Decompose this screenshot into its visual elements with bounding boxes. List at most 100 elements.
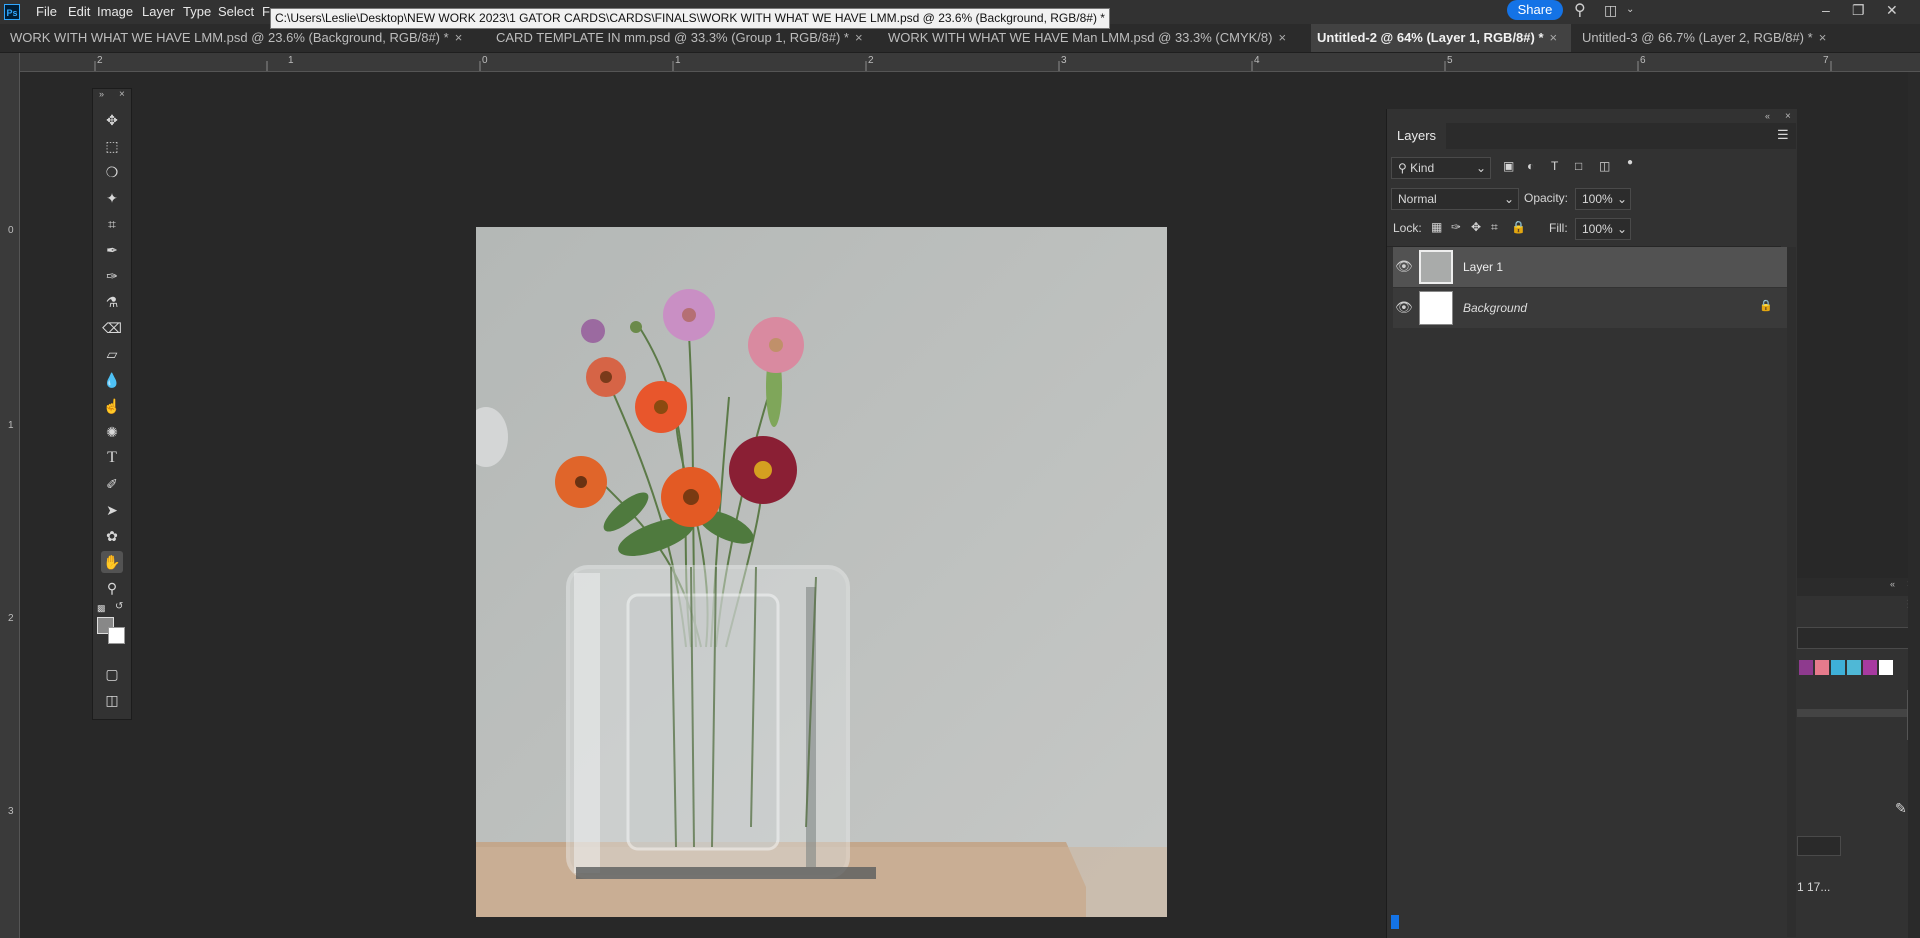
fill-field[interactable]: 100% ⌄ [1575,218,1631,240]
brush-icon[interactable]: ✑ [101,265,123,287]
vertical-ruler[interactable]: 0 1 2 3 [0,53,20,938]
color-swatch[interactable] [1863,660,1877,675]
search-icon: ⚲ [1398,161,1407,175]
opacity-label: Opacity: [1524,191,1569,205]
screen-mode-icon[interactable]: ◫ [101,689,123,711]
share-button[interactable]: Share [1507,0,1563,20]
custom-shape-icon[interactable]: ✿ [101,525,123,547]
search-icon[interactable]: ⚲ [1574,0,1586,20]
panel-menu-icon[interactable]: ☰ [1777,127,1789,143]
collapse-panel-icon[interactable]: « [1890,579,1895,589]
expand-toolbox-icon[interactable]: » [99,89,104,99]
visibility-eye-icon[interactable]: 👁 [1395,258,1413,275]
menu-edit[interactable]: Edit [68,4,90,19]
smudge-icon[interactable]: ☝ [101,395,123,417]
eyedropper-icon[interactable]: ✒ [101,239,123,261]
opacity-field[interactable]: 100% ⌄ [1575,188,1631,210]
rect-marquee-icon[interactable]: ⬚ [101,135,123,157]
close-window-icon[interactable]: ✕ [1886,2,1898,19]
hand-icon[interactable]: ✋ [101,551,123,573]
close-icon[interactable]: × [855,30,863,45]
ruler-ticks [94,61,1832,71]
lock-label: Lock: [1393,221,1422,235]
close-icon[interactable]: × [1550,30,1558,45]
color-swatch[interactable] [1847,660,1861,675]
layers-scrollbar[interactable] [1787,247,1796,937]
default-colors-icon[interactable]: ▩ [97,603,106,614]
clone-stamp-icon[interactable]: ⚗ [101,291,123,313]
lock-all-icon[interactable]: 🔒 [1511,220,1526,234]
restore-icon[interactable]: ❐ [1852,2,1865,19]
color-swatch[interactable] [1831,660,1845,675]
edit-icon[interactable]: ✎ [1895,800,1907,817]
lock-position-icon[interactable]: ✥ [1471,220,1481,234]
layers-panel: « × Layers ☰ ⚲ Kind ⌄ ▣ ◐ T □ ◫ ● Normal… [1386,109,1797,938]
layer-row-background[interactable]: 👁 Background 🔒 [1393,288,1787,328]
close-icon[interactable]: × [455,30,463,45]
color-swatch[interactable] [1815,660,1829,675]
value-field[interactable] [1797,836,1841,856]
shape-filter-icon[interactable]: □ [1575,159,1582,173]
color-swatch[interactable] [1799,660,1813,675]
background-color-swatch[interactable] [108,627,125,644]
quick-mask-icon[interactable]: ▢ [101,663,123,685]
crop-icon[interactable]: ⌗ [101,213,123,235]
fill-value: 100% [1582,222,1613,236]
lock-artboard-icon[interactable]: ⌗ [1491,220,1498,235]
fill-label: Fill: [1549,221,1568,235]
workspace-icon[interactable]: ◫ [1604,2,1617,19]
close-icon[interactable]: × [119,89,125,100]
type-filter-icon[interactable]: T [1551,159,1558,173]
tab-label: Untitled-3 @ 66.7% (Layer 2, RGB/8#) * [1582,30,1813,45]
chevron-down-icon[interactable]: ⌄ [1626,4,1634,15]
pixel-filter-icon[interactable]: ▣ [1503,159,1514,173]
ruler-label: 6 [1640,55,1646,66]
filter-kind-select[interactable]: ⚲ Kind ⌄ [1391,157,1491,179]
document-canvas[interactable] [476,227,1167,917]
swatch-search-field[interactable] [1797,627,1912,649]
layer-row-layer-1[interactable]: 👁 Layer 1 [1393,247,1787,287]
path-select-icon[interactable]: ➤ [101,499,123,521]
menu-file[interactable]: File [36,4,57,19]
swap-colors-icon[interactable]: ↺ [115,601,123,612]
flower-vase-photo [476,227,1167,917]
tab-layers[interactable]: Layers [1387,123,1447,149]
blur-icon[interactable]: 💧 [101,369,123,391]
eraser-icon[interactable]: ⌫ [101,317,123,339]
menu-select[interactable]: Select [218,4,254,19]
adjustment-filter-icon[interactable]: ◐ [1527,159,1534,173]
paint-bucket-icon[interactable]: ▱ [101,343,123,365]
visibility-eye-icon[interactable]: 👁 [1395,299,1413,316]
color-swatch[interactable] [1879,660,1893,675]
move-icon[interactable]: ✥ [101,109,123,131]
tab-label: WORK WITH WHAT WE HAVE LMM.psd @ 23.6% (… [10,30,449,45]
lock-image-icon[interactable]: ✑ [1451,220,1461,234]
menu-filter[interactable]: F [262,4,270,19]
document-tab[interactable]: Untitled-3 @ 66.7% (Layer 2, RGB/8#) * × [1576,24,1832,52]
horizontal-ruler[interactable]: 2 1 0 1 2 3 4 5 6 7 [19,53,1920,72]
layer-name[interactable]: Background [1463,301,1527,315]
type-icon[interactable]: T [101,447,123,469]
zoom-icon[interactable]: ⚲ [101,577,123,599]
panel-edge-marker [1391,915,1399,929]
close-icon[interactable]: × [1819,30,1827,45]
menu-image[interactable]: Image [97,4,133,19]
ruler-label: 5 [1447,55,1453,66]
sponge-icon[interactable]: ✺ [101,421,123,443]
collapse-panel-icon[interactable]: « [1765,111,1770,121]
workspace-scrollbar[interactable] [1908,72,1920,938]
menu-layer[interactable]: Layer [142,4,175,19]
layer-name[interactable]: Layer 1 [1463,260,1503,274]
close-icon[interactable]: × [1785,111,1791,122]
filter-toggle-icon[interactable]: ● [1627,157,1633,168]
close-icon[interactable]: × [1278,30,1286,45]
blend-mode-select[interactable]: Normal ⌄ [1391,188,1519,210]
minimize-icon[interactable]: – [1822,2,1830,18]
magic-wand-icon[interactable]: ✦ [101,187,123,209]
document-tab-active[interactable]: Untitled-2 @ 64% (Layer 1, RGB/8#) * × [1311,24,1571,52]
lock-transparent-icon[interactable]: ▦ [1431,220,1442,234]
smart-object-filter-icon[interactable]: ◫ [1599,159,1610,173]
pen-icon[interactable]: ✐ [101,473,123,495]
menu-type[interactable]: Type [183,4,211,19]
lasso-icon[interactable]: ❍ [101,161,123,183]
